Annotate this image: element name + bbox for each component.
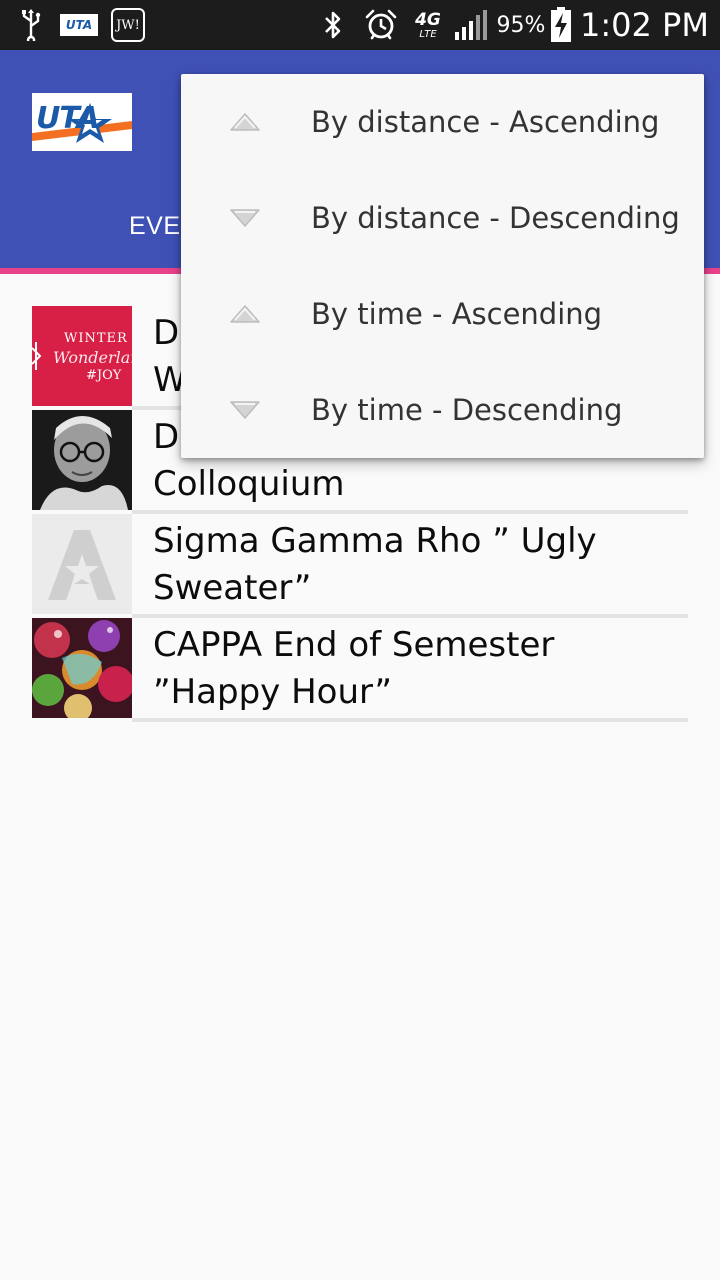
- menu-item-label: By distance - Ascending: [311, 105, 660, 139]
- jw-app-icon: JW!: [108, 0, 148, 50]
- lte-icon: 4G LTE: [415, 9, 441, 40]
- uta-logo[interactable]: UTA: [32, 93, 132, 151]
- event-row[interactable]: CAPPA End of Semester ”Happy Hour”: [32, 618, 688, 722]
- arrow-up-icon: [229, 298, 261, 330]
- bluetooth-icon: [318, 0, 348, 50]
- event-title: CAPPA End of Semester ”Happy Hour”: [153, 625, 555, 712]
- event-title: Sigma Gamma Rho ” Ugly Sweater”: [153, 521, 597, 608]
- status-bar: UTA JW! 4G LTE 95% 1:02 PM: [0, 0, 720, 50]
- event-row[interactable]: Sigma Gamma Rho ” Ugly Sweater”: [32, 514, 688, 618]
- menu-item-label: By time - Ascending: [311, 297, 603, 331]
- alarm-icon: [362, 0, 400, 50]
- event-thumbnail: WINTER Wonderland #JOY: [32, 306, 132, 406]
- tab-events[interactable]: EVE: [129, 212, 181, 241]
- menu-item-distance-descending[interactable]: By distance - Descending: [181, 170, 704, 266]
- event-thumbnail: [32, 618, 132, 718]
- usb-icon: [16, 0, 46, 50]
- battery-percent: 95%: [496, 12, 546, 38]
- menu-item-distance-ascending[interactable]: By distance - Ascending: [181, 74, 704, 170]
- menu-item-time-descending[interactable]: By time - Descending: [181, 362, 704, 458]
- sort-menu: By distance - Ascending By distance - De…: [181, 74, 704, 458]
- signal-icon: [452, 0, 488, 50]
- battery-charging-icon: [548, 0, 574, 50]
- uta-notification-icon: UTA: [58, 0, 100, 50]
- menu-item-time-ascending[interactable]: By time - Ascending: [181, 266, 704, 362]
- arrow-down-icon: [229, 202, 261, 234]
- event-thumbnail: [32, 410, 132, 510]
- menu-item-label: By time - Descending: [311, 393, 623, 427]
- clock: 1:02 PM: [580, 6, 709, 44]
- event-thumbnail: [32, 514, 132, 614]
- divider: [132, 718, 688, 722]
- arrow-up-icon: [229, 106, 261, 138]
- arrow-down-icon: [229, 394, 261, 426]
- menu-item-label: By distance - Descending: [311, 201, 680, 235]
